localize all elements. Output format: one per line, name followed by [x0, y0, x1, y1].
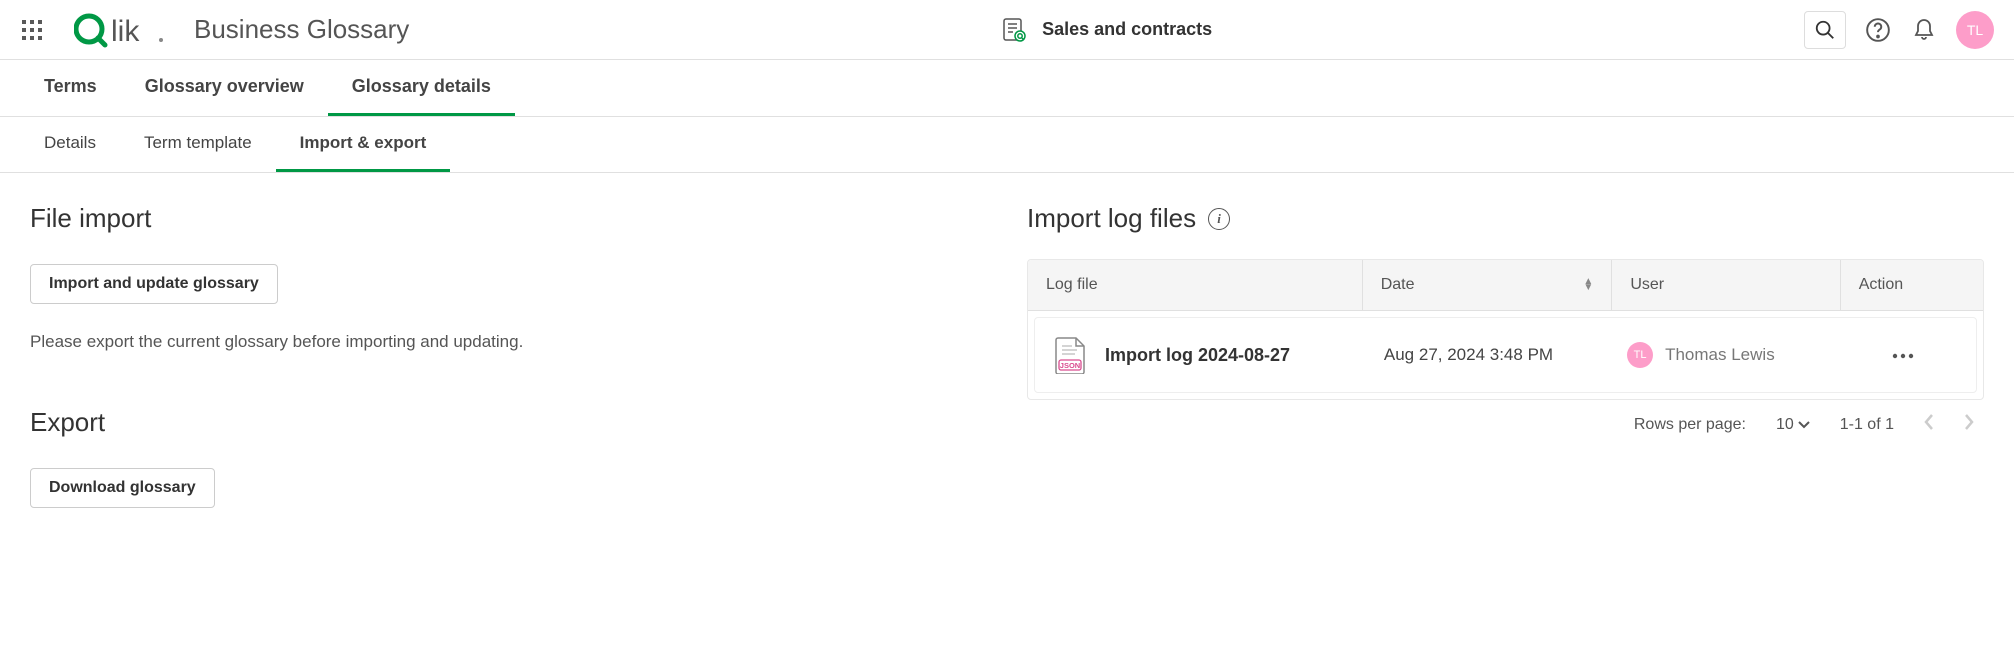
pagination: Rows per page: 10 1-1 of 1 — [1027, 400, 1984, 449]
svg-text:JSON: JSON — [1060, 361, 1080, 370]
table-row[interactable]: JSON Import log 2024-08-27 Aug 27, 2024 … — [1034, 317, 1977, 393]
import-log-title: Import log files — [1027, 203, 1196, 234]
sort-icon: ▲▼ — [1583, 279, 1593, 291]
cell-user: TL Thomas Lewis — [1615, 336, 1836, 374]
context-area: Sales and contracts — [409, 17, 1804, 43]
rows-per-page-value: 10 — [1776, 416, 1794, 434]
context-pill[interactable]: Sales and contracts — [1001, 17, 1212, 43]
rows-per-page-select[interactable]: 10 — [1776, 416, 1810, 434]
export-section: Export Download glossary — [30, 407, 987, 508]
table-body: JSON Import log 2024-08-27 Aug 27, 2024 … — [1028, 317, 1983, 393]
rows-per-page-label: Rows per page: — [1634, 416, 1746, 434]
col-logfile-label: Log file — [1046, 276, 1098, 294]
user-mini-avatar: TL — [1627, 342, 1653, 368]
right-column: Import log files i Log file Date ▲▼ User… — [1027, 203, 1984, 508]
import-log-title-row: Import log files i — [1027, 203, 1984, 234]
more-actions-button[interactable] — [1885, 340, 1921, 370]
col-user-label: User — [1630, 276, 1664, 294]
cell-date: Aug 27, 2024 3:48 PM — [1372, 339, 1615, 371]
subtab-import-export[interactable]: Import & export — [276, 117, 451, 172]
import-hint: Please export the current glossary befor… — [30, 332, 987, 352]
col-action-label: Action — [1859, 276, 1903, 294]
page-nav — [1924, 414, 1974, 435]
col-date-label: Date — [1381, 276, 1415, 294]
tab-glossary-overview[interactable]: Glossary overview — [121, 60, 328, 116]
cell-action — [1836, 334, 1970, 376]
cell-logfile: JSON Import log 2024-08-27 — [1041, 330, 1372, 380]
top-bar: lik Business Glossary Sales and contract… — [0, 0, 2014, 60]
qlik-logo[interactable]: lik — [74, 12, 169, 48]
top-actions: TL — [1804, 11, 1994, 49]
chevron-down-icon — [1798, 416, 1810, 434]
col-date[interactable]: Date ▲▼ — [1362, 260, 1612, 310]
logo-area: lik Business Glossary — [74, 12, 409, 48]
table-header: Log file Date ▲▼ User Action — [1028, 260, 1983, 311]
help-icon[interactable] — [1864, 16, 1892, 44]
export-title: Export — [30, 407, 987, 438]
info-icon[interactable]: i — [1208, 208, 1230, 230]
svg-text:lik: lik — [111, 15, 140, 48]
sub-tabs: Details Term template Import & export — [0, 117, 2014, 173]
glossary-icon — [1001, 17, 1027, 43]
json-file-icon: JSON — [1053, 336, 1087, 374]
app-title: Business Glossary — [194, 14, 409, 45]
prev-page-button[interactable] — [1924, 414, 1934, 435]
next-page-button[interactable] — [1964, 414, 1974, 435]
tab-terms[interactable]: Terms — [20, 60, 121, 116]
subtab-details[interactable]: Details — [20, 117, 120, 172]
file-import-title: File import — [30, 203, 987, 234]
page-range: 1-1 of 1 — [1840, 416, 1894, 434]
download-glossary-button[interactable]: Download glossary — [30, 468, 215, 508]
logfile-name: Import log 2024-08-27 — [1105, 345, 1290, 366]
subtab-term-template[interactable]: Term template — [120, 117, 276, 172]
context-label: Sales and contracts — [1042, 19, 1212, 40]
content: File import Import and update glossary P… — [0, 173, 2014, 538]
col-user[interactable]: User — [1611, 260, 1839, 310]
col-logfile[interactable]: Log file — [1028, 260, 1362, 310]
log-table: Log file Date ▲▼ User Action JSON Import… — [1027, 259, 1984, 400]
app-launcher-icon[interactable] — [20, 18, 44, 42]
notifications-icon[interactable] — [1910, 16, 1938, 44]
import-update-button[interactable]: Import and update glossary — [30, 264, 278, 304]
main-tabs: Terms Glossary overview Glossary details — [0, 60, 2014, 117]
left-column: File import Import and update glossary P… — [30, 203, 987, 508]
user-avatar[interactable]: TL — [1956, 11, 1994, 49]
user-name: Thomas Lewis — [1665, 345, 1775, 365]
col-action: Action — [1840, 260, 1983, 310]
search-button[interactable] — [1804, 11, 1846, 49]
tab-glossary-details[interactable]: Glossary details — [328, 60, 515, 116]
